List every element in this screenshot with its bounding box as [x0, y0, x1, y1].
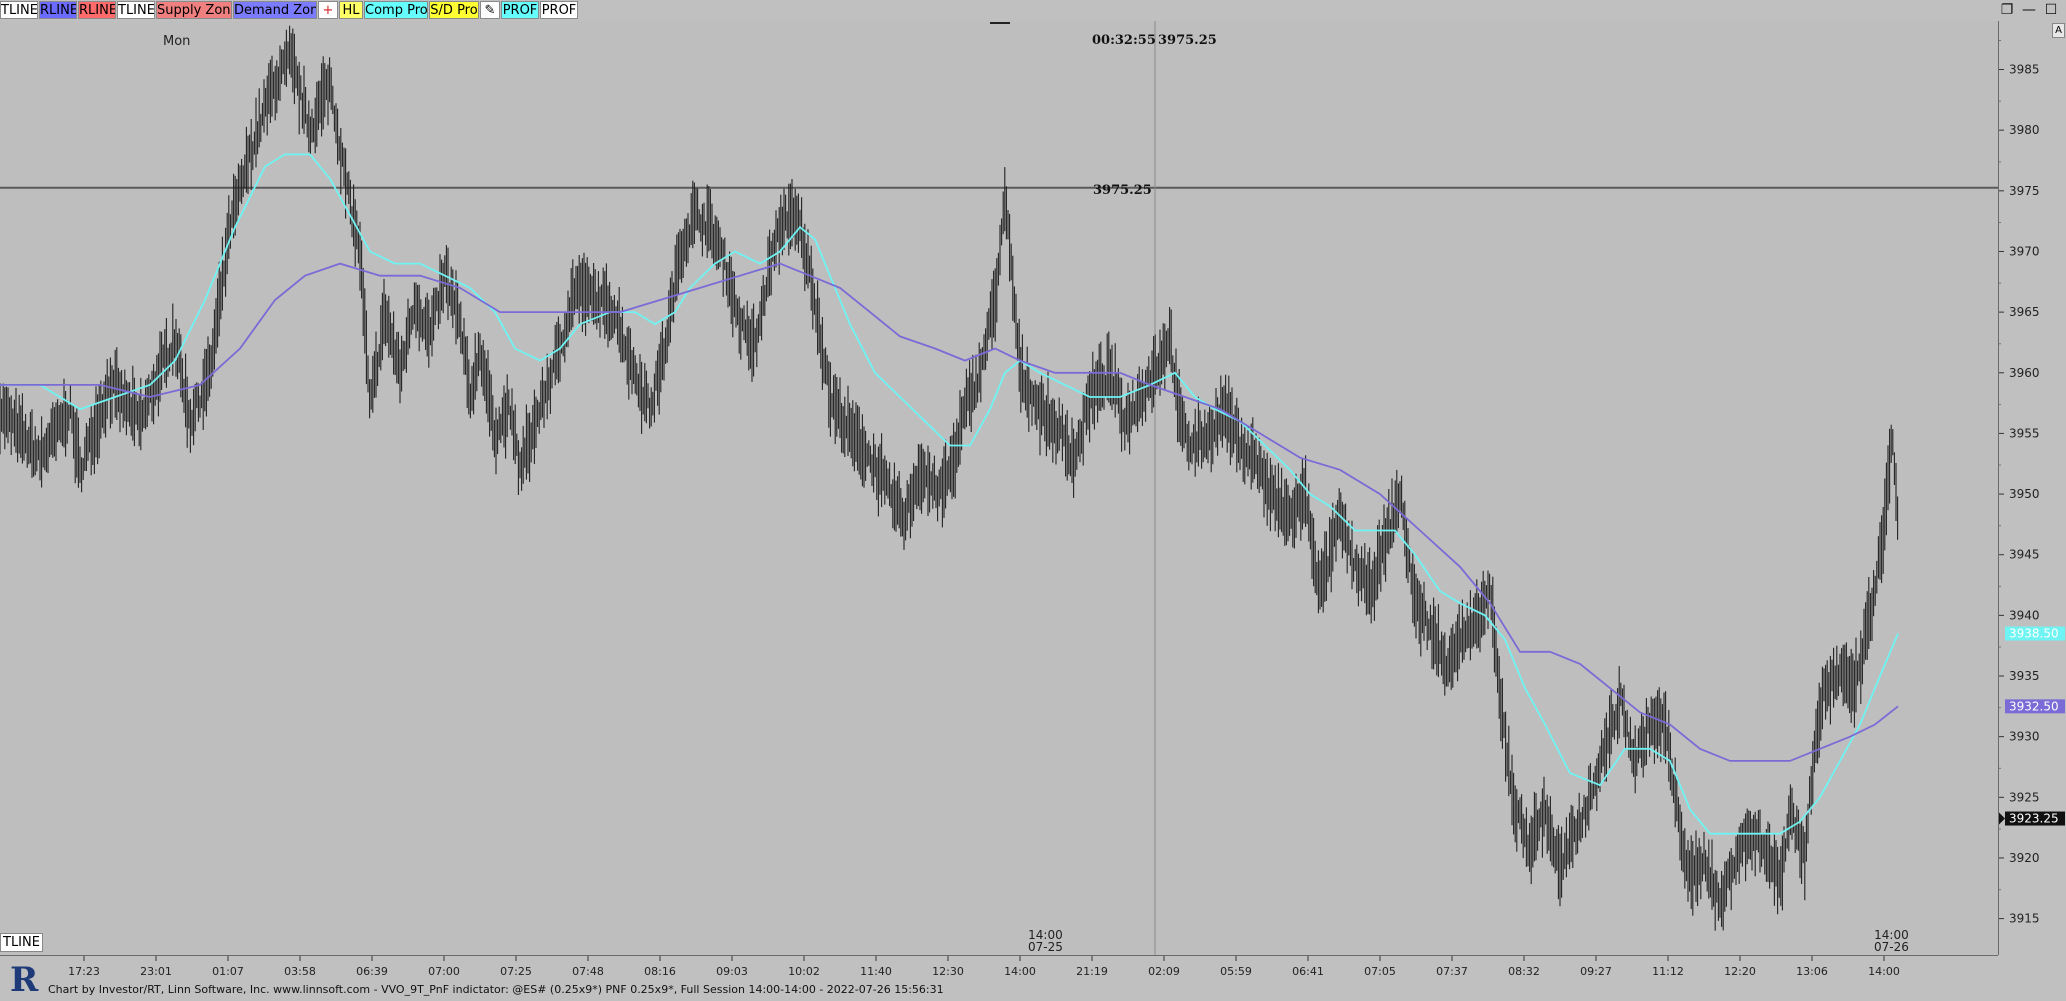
- logo-letter: R: [10, 960, 39, 997]
- price-tick-label: 3985: [2009, 63, 2040, 77]
- cursor-time-readout: 00:32:55: [1092, 33, 1156, 48]
- toolbar-button-10[interactable]: ✎: [480, 1, 500, 19]
- time-tick-label: 08:16: [644, 965, 676, 978]
- price-tick-label: 3945: [2009, 548, 2040, 562]
- time-tick-label: 23:01: [140, 965, 172, 978]
- price-tick-label: 3975: [2009, 184, 2040, 198]
- hline-price-label: 3975.25: [1093, 183, 1152, 198]
- toolbar-button-11[interactable]: PROF: [501, 1, 539, 19]
- toolbar-button-5[interactable]: Demand Zone: [233, 1, 317, 19]
- toolbar-button-8[interactable]: Comp Prof: [364, 1, 428, 19]
- status-footer: Chart by Investor/RT, Linn Software, Inc…: [0, 982, 2066, 997]
- price-tick-label: 3925: [2009, 790, 2040, 804]
- price-tick-label: 3915: [2009, 912, 2040, 926]
- price-axis[interactable]: 3985 3980 3975 3970 3965 3960 3955 3950 3945 3940…: [1998, 21, 2066, 955]
- price-tick-label: 3965: [2009, 305, 2040, 319]
- toolbar-button-6[interactable]: +: [318, 1, 338, 19]
- price-tick-label: 3980: [2009, 123, 2040, 137]
- time-tick-label: 11:40: [860, 965, 892, 978]
- time-tick-label: 07:37: [1436, 965, 1468, 978]
- time-tick-label: 09:27: [1580, 965, 1612, 978]
- toolbar-button-12[interactable]: PROF: [540, 1, 578, 19]
- linnsoft-logo: R: [4, 957, 44, 1000]
- time-tick-label: 02:09: [1148, 965, 1180, 978]
- price-axis-scale: 3985 3980 3975 3970 3965 3960 3955 3950 3945 3940…: [1999, 40, 2065, 926]
- time-tick-label: 07:05: [1364, 965, 1396, 978]
- toolbar-button-9[interactable]: S/D Pro: [429, 1, 479, 19]
- time-tick-label: 17:23: [68, 965, 100, 978]
- time-tick-label: 05:59: [1220, 965, 1252, 978]
- maximize-icon[interactable]: ☐: [2042, 1, 2060, 19]
- price-tick-label: 3940: [2009, 608, 2040, 622]
- price-tick-label: 3955: [2009, 426, 2040, 440]
- toolbar-button-3[interactable]: TLINE: [117, 1, 155, 19]
- toolbar-button-4[interactable]: Supply Zone: [156, 1, 232, 19]
- time-tick-label: 13:06: [1796, 965, 1828, 978]
- time-tick-label: 11:12: [1652, 965, 1684, 978]
- price-tick-label: 3935: [2009, 669, 2040, 683]
- fast-ma-price-tag-text: 3938.50: [2009, 627, 2059, 641]
- day-label: Mon: [163, 34, 191, 49]
- auto-scale-button[interactable]: A: [2052, 23, 2065, 38]
- restore-icon[interactable]: ❐: [1998, 1, 2016, 19]
- minimize-icon[interactable]: —: [2020, 1, 2038, 19]
- session-marker-mid-date: 07-25: [1028, 940, 1063, 954]
- price-tick-label: 3970: [2009, 244, 2040, 258]
- last-price-arrow: [1999, 812, 2005, 825]
- time-tick-label: 14:00: [1868, 965, 1900, 978]
- toolbar-button-2[interactable]: RLINE: [78, 1, 116, 19]
- price-tick-label: 3930: [2009, 730, 2040, 744]
- slow-ma-line: [0, 262, 1899, 762]
- price-tick-label: 3920: [2009, 851, 2040, 865]
- session-marker-end: 14:00 07-26: [1874, 929, 1909, 953]
- footer-credit: Chart by Investor/RT, Linn Software, Inc…: [48, 983, 944, 996]
- time-tick-label: 06:41: [1292, 965, 1324, 978]
- time-tick-label: 03:58: [284, 965, 316, 978]
- time-tick-label: 01:07: [212, 965, 244, 978]
- time-tick-label: 12:30: [932, 965, 964, 978]
- time-tick-label: 08:32: [1508, 965, 1540, 978]
- time-tick-label: 21:19: [1076, 965, 1108, 978]
- price-bars: [0, 25, 1899, 931]
- time-axis[interactable]: 17:23 23:01 01:07 03:58 06:39 07:00 07:25 07:48…: [0, 955, 1998, 983]
- time-tick-label: 07:00: [428, 965, 460, 978]
- time-tick-label: 06:39: [356, 965, 388, 978]
- toolbar-button-1[interactable]: RLINE: [39, 1, 77, 19]
- price-chart: [0, 21, 1998, 955]
- time-tick-label: 10:02: [788, 965, 820, 978]
- price-tick-label: 3960: [2009, 366, 2040, 380]
- time-tick-label: 07:25: [500, 965, 532, 978]
- tline-tag-button[interactable]: TLINE: [0, 933, 43, 952]
- price-tick-label: 3950: [2009, 487, 2040, 501]
- time-tick-label: 07:48: [572, 965, 604, 978]
- time-tick-label: 12:20: [1724, 965, 1756, 978]
- time-tick-label: 09:03: [716, 965, 748, 978]
- toolbar-button-0[interactable]: TLINE: [0, 1, 38, 19]
- slow-ma-price-tag-text: 3932.50: [2009, 699, 2059, 713]
- cursor-price-readout: 3975.25: [1158, 33, 1217, 48]
- last-price-tag-text: 3923.25: [2009, 812, 2059, 826]
- chart-area[interactable]: Mon 00:32:55 3975.25 3975.25 14:00 07-25…: [0, 21, 1998, 955]
- time-axis-scale: 17:23 23:01 01:07 03:58 06:39 07:00 07:25 07:48…: [68, 956, 1900, 978]
- session-marker-mid: 14:00 07-25: [1028, 929, 1063, 953]
- session-marker-end-date: 07-26: [1874, 940, 1909, 954]
- toolbar: TLINE RLINE RLINE TLINE Supply Zone Demand Zo…: [0, 0, 2066, 22]
- time-tick-label: 14:00: [1004, 965, 1036, 978]
- toolbar-button-7[interactable]: HL: [339, 1, 363, 19]
